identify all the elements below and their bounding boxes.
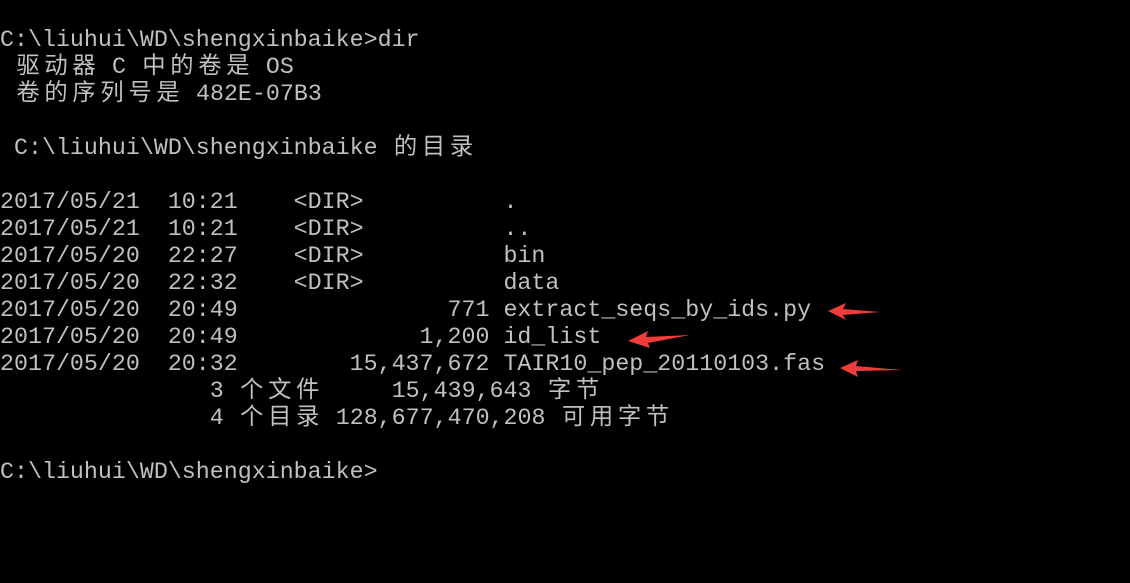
red-arrow-icon xyxy=(840,360,902,377)
red-arrow-icon xyxy=(828,303,880,320)
annotation-layer xyxy=(628,303,902,377)
red-arrow-icon xyxy=(628,331,690,348)
